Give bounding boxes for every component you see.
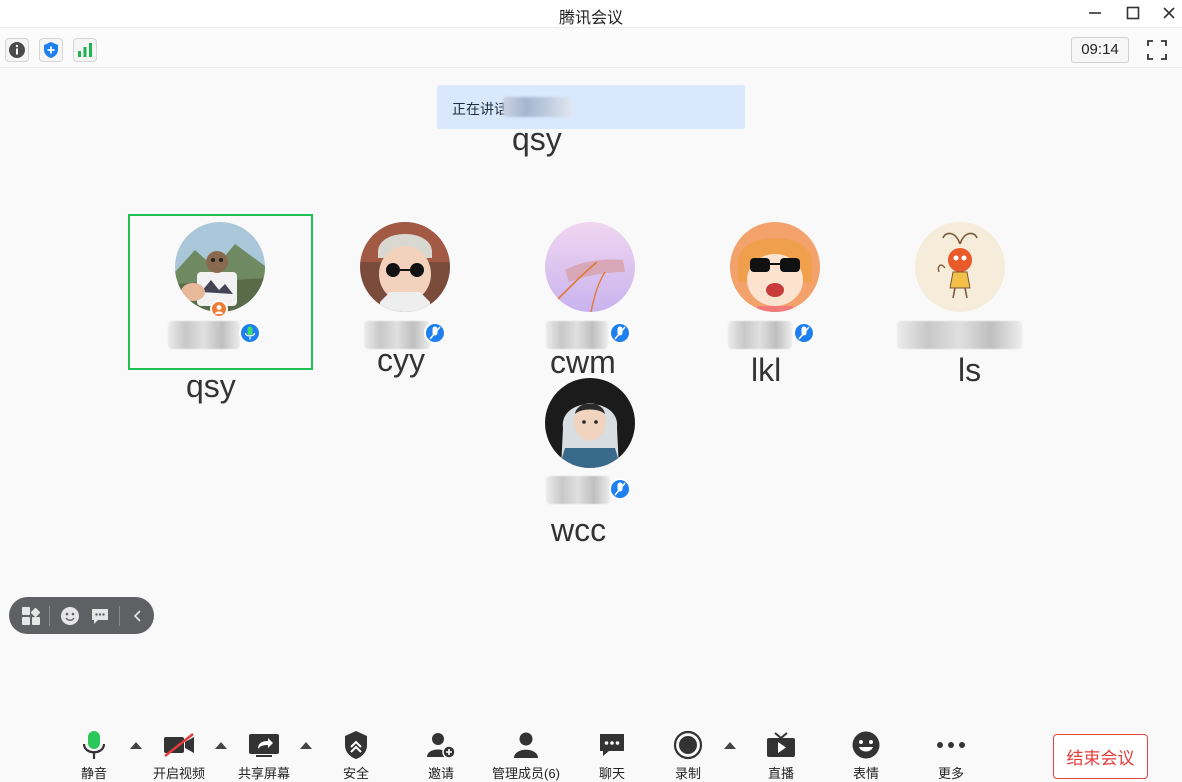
blurred-name (897, 321, 1022, 349)
mic-muted-icon (793, 322, 815, 344)
host-icon (210, 300, 228, 318)
end-meeting-button[interactable]: 结束会议 (1053, 734, 1148, 779)
mic-active-icon (239, 322, 261, 344)
video-options-caret[interactable] (215, 742, 227, 749)
chevron-left-icon (133, 610, 141, 622)
invite-button[interactable]: 邀请 (421, 728, 461, 782)
blurred-name (546, 476, 610, 504)
meeting-info-button[interactable] (5, 38, 29, 62)
close-icon (1163, 7, 1175, 19)
message-icon (92, 609, 108, 624)
fullscreen-icon (1147, 40, 1167, 60)
maximize-button[interactable] (1118, 2, 1148, 24)
chat-icon (600, 733, 624, 756)
info-icon (9, 42, 25, 58)
record-button[interactable]: 录制 (668, 728, 708, 782)
smile-icon (61, 607, 79, 625)
avatar[interactable] (545, 378, 635, 468)
more-button[interactable]: 更多 (931, 728, 971, 782)
window-title: 腾讯会议 (558, 10, 623, 27)
barrage-button[interactable] (87, 603, 113, 629)
security-label: 安全 (342, 766, 369, 781)
security-button[interactable]: 安全 (336, 728, 376, 782)
blurred-name (728, 321, 792, 349)
live-label: 直播 (767, 766, 794, 781)
participant-caption: cyy (377, 342, 425, 378)
avatar-image-hands (545, 222, 635, 312)
avatar[interactable] (545, 222, 635, 312)
status-bar: 09:14 (0, 30, 1182, 68)
avatar[interactable] (915, 222, 1005, 312)
mute-label: 静音 (80, 766, 107, 781)
participant-caption: cwm (550, 344, 616, 380)
blurred-speaker-name (503, 97, 573, 117)
mic-muted-icon (609, 478, 631, 500)
share-options-caret[interactable] (300, 742, 312, 749)
shield-icon (44, 42, 58, 58)
avatar-image-anime-girl (730, 222, 820, 312)
avatar-image-mug (175, 222, 265, 312)
network-signal-button[interactable] (73, 38, 97, 62)
video-label: 开启视频 (152, 766, 205, 781)
live-button[interactable]: 直播 (761, 728, 801, 782)
record-icon (673, 730, 703, 759)
reaction-button[interactable] (57, 603, 83, 629)
security-shield-icon (345, 730, 367, 759)
blurred-name (168, 321, 240, 349)
speaking-label: 正在讲话 (452, 101, 508, 117)
speaking-caption: qsy (512, 121, 562, 157)
emoji-icon (852, 731, 880, 758)
meeting-timer: 09:14 (1071, 37, 1129, 63)
more-label: 更多 (937, 766, 964, 781)
invite-label: 邀请 (427, 766, 454, 781)
share-screen-button[interactable]: 共享屏幕 (230, 728, 298, 782)
mute-button[interactable]: 静音 (74, 728, 114, 782)
mic-muted-icon (424, 322, 446, 344)
participant-caption: wcc (551, 512, 607, 548)
record-label: 录制 (674, 766, 701, 781)
chat-label: 聊天 (598, 766, 625, 781)
more-icon (937, 741, 965, 748)
share-screen-icon (249, 733, 279, 757)
emoji-button[interactable]: 表情 (846, 728, 886, 782)
security-status-button[interactable] (39, 38, 63, 62)
title-bar: 腾讯会议 (0, 0, 1182, 28)
avatar-image-child-sunglasses (360, 222, 450, 312)
close-button[interactable] (1154, 2, 1182, 24)
collapse-button[interactable] (125, 603, 151, 629)
invite-user-icon (427, 732, 456, 759)
participant-caption: lkl (751, 352, 782, 388)
minimize-button[interactable] (1080, 2, 1110, 24)
speaking-banner: 正在讲话 (437, 85, 745, 129)
bottom-toolbar: 静音 开启视频 共享屏幕 安全 邀请 管理成员(6) 聊天 录制 直播 表情 更… (0, 728, 1182, 782)
layout-button[interactable] (18, 603, 44, 629)
members-icon (514, 732, 538, 758)
share-label: 共享屏幕 (237, 766, 290, 781)
avatar[interactable] (730, 222, 820, 312)
video-off-icon (164, 732, 194, 757)
participant-caption: ls (958, 352, 982, 388)
avatar-image-cartoon (915, 222, 1005, 312)
avatar[interactable] (360, 222, 450, 312)
maximize-icon (1126, 6, 1140, 20)
record-options-caret[interactable] (724, 742, 736, 749)
manage-members-button[interactable]: 管理成员(6) (488, 728, 564, 782)
members-label: 管理成员(6) (492, 766, 560, 781)
mute-options-caret[interactable] (130, 742, 142, 749)
emoji-label: 表情 (852, 766, 879, 781)
avatar[interactable] (175, 222, 265, 312)
mic-muted-icon (609, 322, 631, 344)
avatar-image-hoodie (545, 378, 635, 468)
participant-caption: qsy (186, 368, 236, 404)
floating-view-toolbar (9, 597, 154, 634)
chat-button[interactable]: 聊天 (592, 728, 632, 782)
minimize-icon (1089, 12, 1101, 14)
start-video-button[interactable]: 开启视频 (146, 728, 212, 782)
signal-icon (78, 43, 92, 57)
layout-icon (22, 607, 41, 625)
microphone-icon (82, 730, 106, 759)
fullscreen-button[interactable] (1145, 38, 1169, 62)
live-tv-icon (767, 731, 795, 757)
